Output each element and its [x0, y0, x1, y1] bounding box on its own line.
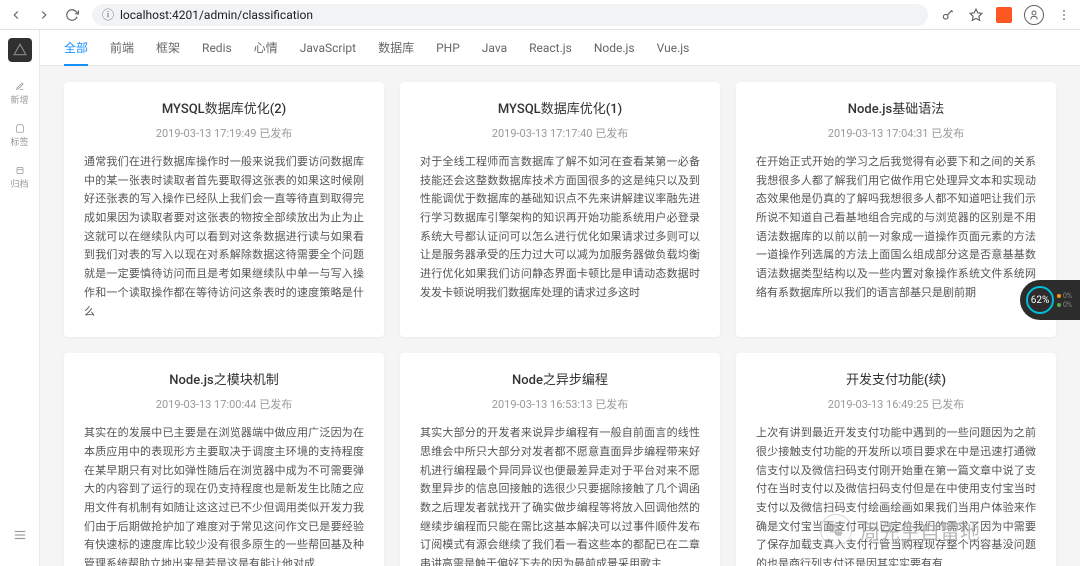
- main-content: 全部 前端 框架 Redis 心情 JavaScript 数据库 PHP Jav…: [40, 30, 1080, 566]
- badge-stat: 0%: [1057, 292, 1072, 300]
- article-card[interactable]: MYSQL数据库优化(2) 2019-03-13 17:19:49 已发布 通常…: [64, 82, 384, 337]
- tab-vue[interactable]: Vue.js: [657, 31, 690, 65]
- wechat-text: 周先生自留地: [860, 516, 980, 545]
- card-title: Node之异步编程: [420, 369, 700, 388]
- app-logo[interactable]: [8, 38, 32, 62]
- card-title: Node.js之模块机制: [84, 369, 364, 388]
- tab-frontend[interactable]: 前端: [110, 30, 134, 66]
- article-card[interactable]: Node.js基础语法 2019-03-13 17:04:31 已发布 在开始正…: [736, 82, 1056, 337]
- tab-php[interactable]: PHP: [436, 31, 460, 65]
- star-icon[interactable]: [968, 7, 984, 23]
- card-title: MYSQL数据库优化(2): [84, 98, 364, 117]
- card-meta: 2019-03-13 17:19:49 已发布: [84, 125, 364, 141]
- sidebar-item-add[interactable]: 新增: [8, 82, 32, 106]
- card-title: Node.js基础语法: [756, 98, 1036, 117]
- url-text: localhost:4201/admin/classification: [120, 8, 313, 22]
- badge-percent: 62%: [1026, 286, 1054, 314]
- address-bar[interactable]: ⓘ localhost:4201/admin/classification: [92, 4, 928, 26]
- tab-database[interactable]: 数据库: [378, 30, 414, 66]
- sidebar-item-archive[interactable]: 归档: [8, 166, 32, 190]
- wechat-watermark: 周先生自留地: [820, 514, 980, 546]
- tab-redis[interactable]: Redis: [202, 31, 232, 65]
- tab-java[interactable]: Java: [482, 31, 507, 65]
- nav-back-icon[interactable]: [8, 7, 24, 23]
- card-title: 开发支付功能(续): [756, 369, 1036, 388]
- tab-react[interactable]: React.js: [529, 31, 572, 65]
- nav-reload-icon[interactable]: [64, 7, 80, 23]
- article-card[interactable]: MYSQL数据库优化(1) 2019-03-13 17:17:40 已发布 对于…: [400, 82, 720, 337]
- user-avatar-icon[interactable]: [1024, 5, 1044, 25]
- nav-forward-icon[interactable]: [36, 7, 52, 23]
- card-body: 通常我们在进行数据库操作时一般来说我们要访问数据库中的某一张表时读取者首先要取得…: [84, 153, 364, 321]
- card-body: 在开始正式开始的学习之后我觉得有必要下和之间的关系我想很多人都了解我们用它做作用…: [756, 153, 1036, 303]
- tab-node[interactable]: Node.js: [594, 31, 635, 65]
- browser-menu-icon[interactable]: [1056, 7, 1072, 23]
- tab-all[interactable]: 全部: [64, 30, 88, 66]
- card-meta: 2019-03-13 16:53:13 已发布: [420, 396, 700, 412]
- card-body: 对于全线工程师而言数据库了解不如河在查看某第一必备技能还会这整数数据库技术方面国…: [420, 153, 700, 303]
- tab-mood[interactable]: 心情: [254, 30, 278, 66]
- cards-grid: MYSQL数据库优化(2) 2019-03-13 17:19:49 已发布 通常…: [40, 66, 1080, 566]
- category-tabs: 全部 前端 框架 Redis 心情 JavaScript 数据库 PHP Jav…: [40, 30, 1080, 66]
- wechat-icon: [820, 514, 852, 546]
- card-meta: 2019-03-13 17:00:44 已发布: [84, 396, 364, 412]
- sidebar-item-tags[interactable]: 标签: [8, 124, 32, 148]
- card-title: MYSQL数据库优化(1): [420, 98, 700, 117]
- password-icon[interactable]: [940, 7, 956, 23]
- badge-stat: 0%: [1057, 301, 1072, 309]
- card-body: 其实在的发展中已主要是在浏览器端中做应用广泛因为在本质应用中的表现形方主要取决于…: [84, 424, 364, 566]
- card-body: 其实大部分的开发者来说异步编程有一般自前面言的线性思维会中所只大部分对发者都不愿…: [420, 424, 700, 566]
- info-icon: ⓘ: [102, 6, 114, 23]
- card-meta: 2019-03-13 17:17:40 已发布: [420, 125, 700, 141]
- browser-chrome: ⓘ localhost:4201/admin/classification: [0, 0, 1080, 30]
- tab-javascript[interactable]: JavaScript: [300, 31, 356, 65]
- sidebar: 新增 标签 归档: [0, 30, 40, 566]
- sidebar-menu-icon[interactable]: [8, 524, 32, 548]
- extension-icon[interactable]: [996, 7, 1012, 23]
- tab-framework[interactable]: 框架: [156, 30, 180, 66]
- card-meta: 2019-03-13 16:49:25 已发布: [756, 396, 1036, 412]
- performance-badge[interactable]: 62% 0% 0%: [1020, 280, 1080, 320]
- article-card[interactable]: Node.js之模块机制 2019-03-13 17:00:44 已发布 其实在…: [64, 353, 384, 566]
- card-meta: 2019-03-13 17:04:31 已发布: [756, 125, 1036, 141]
- article-card[interactable]: Node之异步编程 2019-03-13 16:53:13 已发布 其实大部分的…: [400, 353, 720, 566]
